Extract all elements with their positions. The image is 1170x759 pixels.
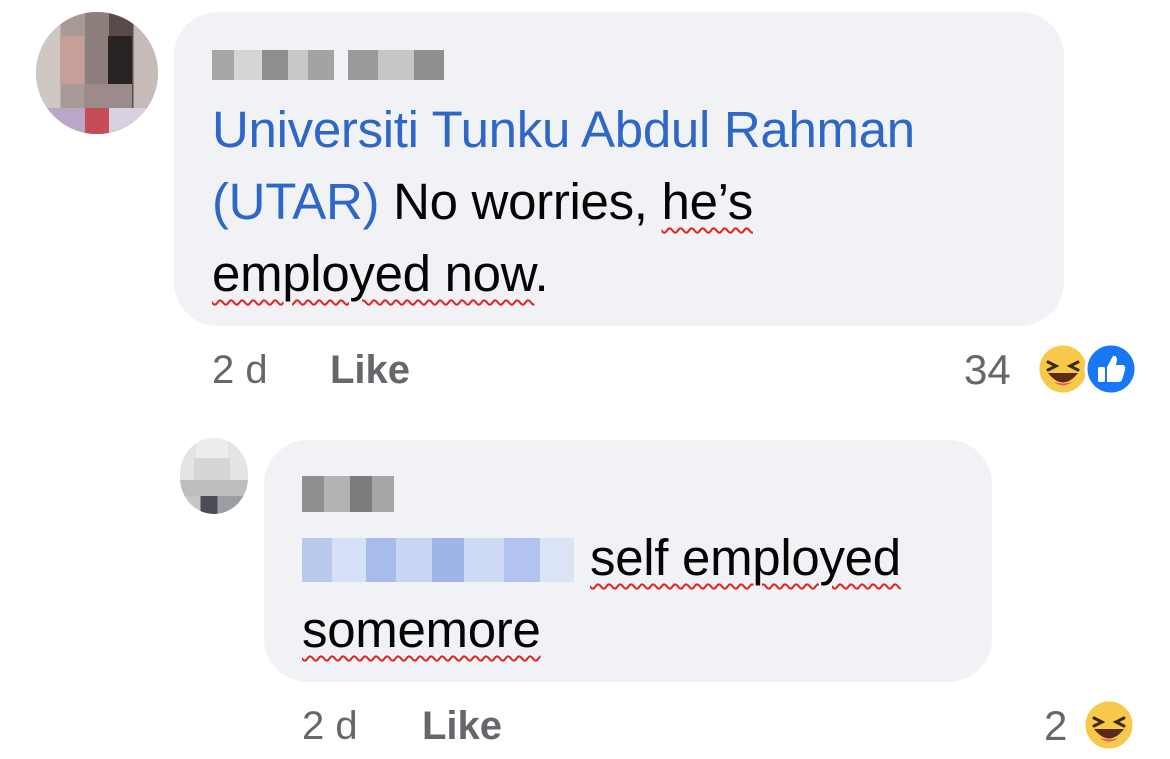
commenter-avatar[interactable] [36, 12, 158, 134]
pixel-block [194, 458, 230, 480]
misspelled-phrase: employed now [212, 245, 535, 302]
pixel-block [108, 36, 132, 84]
mention-link-continued[interactable]: (UTAR) [212, 173, 380, 230]
comment-timestamp[interactable]: 2 d [212, 348, 268, 393]
reply-like-button[interactable]: Like [422, 704, 502, 749]
haha-icon[interactable] [1036, 342, 1090, 396]
reply-timestamp[interactable]: 2 d [302, 704, 358, 749]
redacted-mention[interactable] [302, 538, 574, 582]
reaction-count[interactable]: 34 [964, 346, 1011, 394]
comment-period: . [534, 245, 549, 302]
reply-text-line-1: self employed [590, 522, 901, 594]
reply-avatar[interactable] [180, 438, 248, 514]
pixel-block [84, 84, 132, 108]
reply-text-line-2: somemore [302, 594, 541, 666]
reply-reaction-count[interactable]: 2 [1044, 702, 1067, 750]
misspelled-word: somemore [302, 601, 541, 658]
comment-text-line-1: Universiti Tunku Abdul Rahman [212, 94, 915, 166]
pixel-block [36, 108, 158, 134]
like-button[interactable]: Like [330, 348, 410, 393]
comment-text-line-3: employed now. [212, 238, 549, 310]
comment-text-line-2: (UTAR) No worries, he’s [212, 166, 753, 238]
misspelled-word: he’s [661, 173, 754, 230]
pixel-block [196, 438, 228, 458]
pixel-block [60, 36, 84, 84]
misspelled-phrase: self employed [590, 529, 901, 586]
haha-icon[interactable] [1082, 698, 1136, 752]
mention-link[interactable]: Universiti Tunku Abdul Rahman [212, 101, 915, 158]
pixel-block [180, 496, 248, 514]
pixel-block [180, 480, 248, 496]
redacted-reply-author-name[interactable] [302, 476, 394, 512]
like-icon[interactable] [1084, 342, 1138, 396]
redacted-author-name[interactable] [212, 50, 444, 80]
comment-text: No worries, [379, 173, 662, 230]
